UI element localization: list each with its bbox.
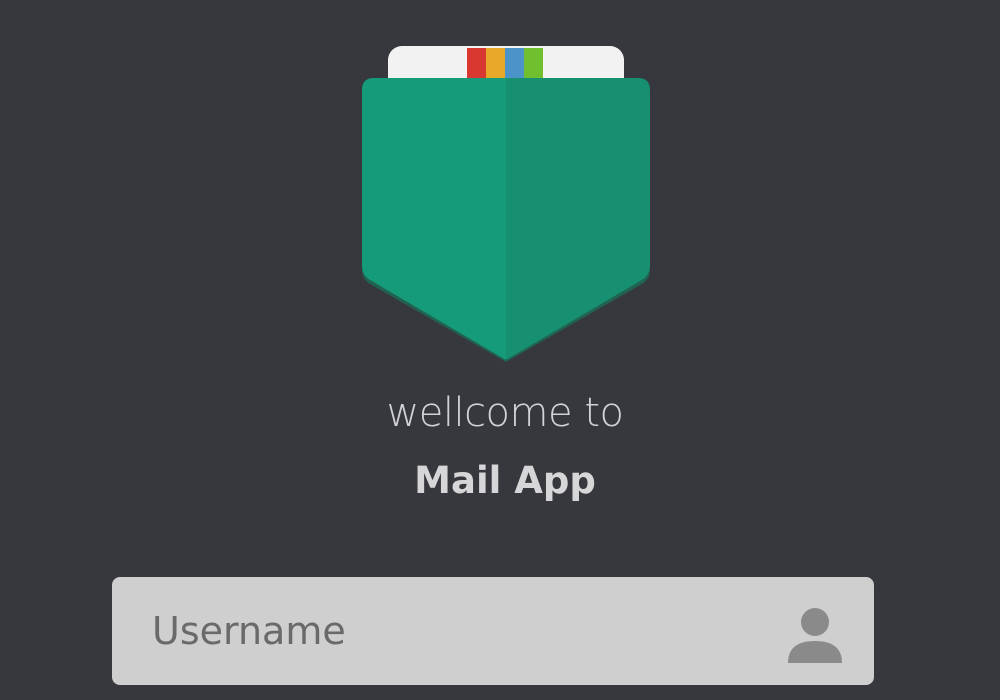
app-name: Mail App xyxy=(414,459,596,502)
user-icon xyxy=(788,608,842,663)
username-field[interactable] xyxy=(112,577,874,685)
welcome-text: wellcome to xyxy=(386,390,624,436)
login-screen: wellcome to Mail App xyxy=(0,0,1000,700)
username-input[interactable] xyxy=(112,577,874,685)
mail-pocket-logo-icon xyxy=(362,46,650,362)
